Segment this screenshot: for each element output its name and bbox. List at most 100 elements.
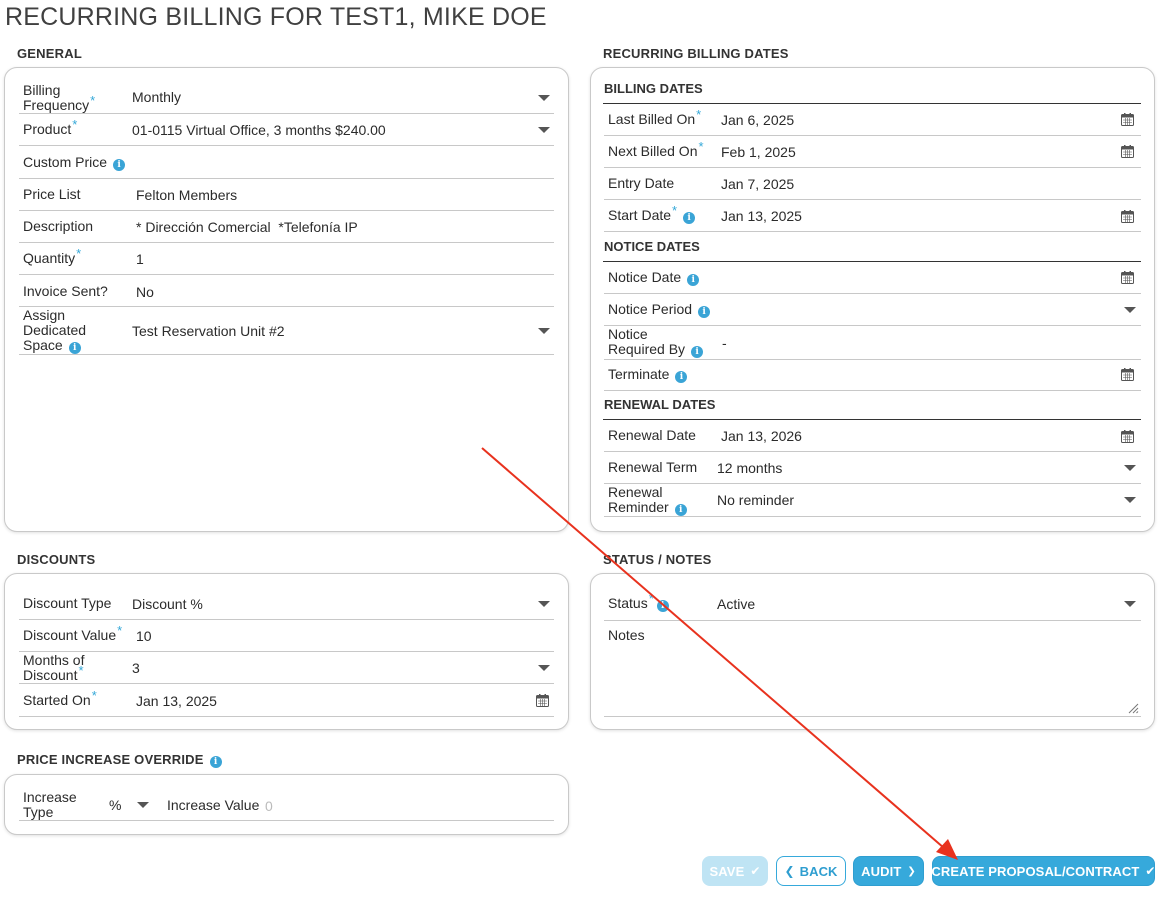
info-icon[interactable]: i (675, 371, 688, 383)
product-label: Product* (23, 117, 78, 137)
asterisk-icon: * (117, 623, 123, 638)
renewal-reminder-value: No reminder (717, 492, 795, 508)
caret-down-icon[interactable] (1124, 497, 1136, 503)
invoice-sent-value: No (136, 284, 154, 300)
billing-frequency-label: Billing Frequency* (23, 82, 96, 113)
discount-type-row[interactable]: Discount Type Discount % (19, 588, 554, 620)
notice-date-row[interactable]: Notice Date i (604, 262, 1141, 294)
asterisk-icon: * (91, 688, 97, 703)
caret-down-icon[interactable] (1124, 307, 1136, 313)
info-icon[interactable]: i (209, 756, 222, 768)
renewal-date-value[interactable]: Jan 13, 2026 (721, 428, 802, 444)
next-billed-on-row[interactable]: Next Billed On* Feb 1, 2025 (604, 136, 1141, 168)
info-icon[interactable]: i (674, 504, 687, 516)
start-date-label: Start Date* i (608, 203, 696, 224)
back-button[interactable]: ❮ BACK (776, 856, 846, 886)
notice-period-row[interactable]: Notice Period i (604, 294, 1141, 326)
status-row[interactable]: Status* i Active (604, 588, 1141, 621)
billing-dates-panel: BILLING DATES Last Billed On* Jan 6, 202… (590, 67, 1155, 532)
notice-required-by-value: - (722, 335, 727, 351)
notice-required-by-label: Notice Required By i (608, 327, 704, 358)
description-row[interactable]: Description * Dirección Comercial *Telef… (19, 211, 554, 243)
info-icon[interactable]: i (68, 342, 81, 354)
notes-label: Notes (608, 627, 645, 643)
calendar-icon[interactable] (1121, 113, 1134, 126)
product-row[interactable]: Product* 01-0115 Virtual Office, 3 month… (19, 114, 554, 146)
renewal-date-label: Renewal Date (608, 427, 696, 443)
discount-value-row[interactable]: Discount Value* 10 (19, 620, 554, 652)
start-date-row[interactable]: Start Date* i Jan 13, 2025 (604, 200, 1141, 232)
chevron-right-icon: ❯ (907, 865, 916, 877)
asterisk-icon: * (696, 107, 702, 122)
renewal-reminder-label: Renewal Reminder i (608, 485, 687, 516)
info-icon[interactable]: i (687, 274, 700, 286)
billing-frequency-value: Monthly (132, 89, 182, 105)
increase-value-input[interactable]: 0 (265, 798, 273, 814)
calendar-icon[interactable] (1121, 210, 1134, 223)
calendar-icon[interactable] (1121, 430, 1134, 443)
status-notes-section-title: STATUS / NOTES (603, 552, 712, 567)
info-icon[interactable]: i (113, 159, 126, 171)
increase-type-value[interactable]: % (109, 797, 121, 813)
price-list-row[interactable]: Price List Felton Members (19, 179, 554, 211)
caret-down-icon[interactable] (1124, 601, 1136, 607)
discount-value-input[interactable]: 10 (136, 628, 152, 644)
caret-down-icon[interactable] (538, 601, 550, 607)
info-icon[interactable]: i (698, 306, 711, 318)
terminate-label: Terminate i (608, 367, 688, 383)
info-icon[interactable]: i (691, 346, 704, 358)
renewal-term-value: 12 months (717, 460, 783, 476)
caret-down-icon[interactable] (538, 328, 550, 334)
increase-value-label: Increase Value (167, 797, 260, 813)
next-billed-on-label: Next Billed On* (608, 139, 704, 159)
caret-down-icon[interactable] (538, 665, 550, 671)
renewal-date-row[interactable]: Renewal Date Jan 13, 2026 (604, 420, 1141, 452)
quantity-value[interactable]: 1 (136, 251, 144, 267)
info-icon[interactable]: i (683, 212, 696, 224)
calendar-icon[interactable] (1121, 145, 1134, 158)
billing-frequency-row[interactable]: Billing Frequency* Monthly (19, 82, 554, 114)
asterisk-icon: * (648, 591, 654, 606)
caret-down-icon[interactable] (1124, 465, 1136, 471)
calendar-icon[interactable] (1121, 271, 1134, 284)
save-button[interactable]: SAVE ✔ (702, 856, 768, 886)
asterisk-icon: * (76, 246, 82, 261)
custom-price-row[interactable]: Custom Price i (19, 146, 554, 179)
invoice-sent-row[interactable]: Invoice Sent? No (19, 275, 554, 307)
caret-down-icon[interactable] (538, 95, 550, 101)
asterisk-icon: * (698, 139, 704, 154)
renewal-reminder-row[interactable]: Renewal Reminder i No reminder (604, 484, 1141, 517)
notice-date-label: Notice Date i (608, 270, 700, 286)
dedicated-space-label: Assign Dedicated Space i (23, 307, 87, 354)
started-on-row[interactable]: Started On* Jan 13, 2025 (19, 684, 554, 717)
calendar-icon[interactable] (1121, 368, 1134, 381)
general-section-title: GENERAL (17, 46, 82, 61)
renewal-dates-heading: RENEWAL DATES (603, 397, 1141, 420)
months-of-discount-row[interactable]: Months of Discount* 3 (19, 652, 554, 684)
months-of-discount-label: Months of Discount* (23, 652, 85, 683)
caret-down-icon[interactable] (538, 127, 550, 133)
create-proposal-contract-button[interactable]: CREATE PROPOSAL/CONTRACT ✔ (931, 856, 1155, 886)
audit-button[interactable]: AUDIT ❯ (853, 856, 924, 886)
started-on-value[interactable]: Jan 13, 2025 (136, 693, 217, 709)
description-value[interactable]: * Dirección Comercial *Telefonía IP (136, 219, 358, 235)
last-billed-on-row[interactable]: Last Billed On* Jan 6, 2025 (604, 104, 1141, 136)
start-date-value[interactable]: Jan 13, 2025 (721, 208, 802, 224)
renewal-term-row[interactable]: Renewal Term 12 months (604, 452, 1141, 484)
dedicated-space-row[interactable]: Assign Dedicated Space i Test Reservation… (19, 307, 554, 355)
price-increase-section-title: PRICE INCREASE OVERRIDE i (17, 752, 222, 768)
notice-period-label: Notice Period i (608, 302, 711, 318)
last-billed-on-value[interactable]: Jan 6, 2025 (721, 112, 794, 128)
next-billed-on-value[interactable]: Feb 1, 2025 (721, 144, 796, 160)
caret-down-icon[interactable] (137, 802, 149, 808)
product-value: 01-0115 Virtual Office, 3 months $240.00 (132, 122, 386, 138)
resize-handle-icon[interactable] (1128, 703, 1139, 714)
asterisk-icon: * (672, 203, 678, 218)
notes-textarea[interactable]: Notes (604, 621, 1141, 717)
calendar-icon[interactable] (536, 694, 549, 707)
quantity-row[interactable]: Quantity* 1 (19, 243, 554, 275)
notice-dates-heading: NOTICE DATES (603, 239, 1141, 262)
info-icon[interactable]: i (656, 600, 669, 612)
terminate-row[interactable]: Terminate i (604, 360, 1141, 391)
chevron-left-icon: ❮ (784, 864, 795, 878)
